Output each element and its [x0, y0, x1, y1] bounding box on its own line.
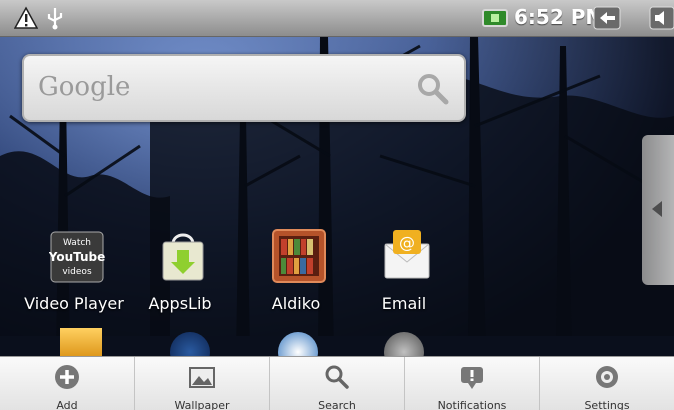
app-label: Aldiko	[271, 294, 321, 313]
google-search-widget[interactable]: Google	[22, 54, 466, 122]
app-partial[interactable]	[384, 328, 426, 356]
app-appslib[interactable]: AppsLib	[120, 228, 240, 320]
status-bar: 6:52 PM	[0, 0, 674, 37]
menu-item-search[interactable]: Search	[270, 357, 405, 410]
app-label: Video Player	[24, 294, 124, 313]
search-icon	[325, 365, 349, 389]
youtube-icon-line1: Watch	[63, 238, 91, 248]
app-partial[interactable]	[278, 328, 320, 356]
menu-item-add[interactable]: Add	[0, 357, 135, 410]
app-email[interactable]: @ Email	[344, 228, 464, 320]
youtube-icon-line3: videos	[62, 267, 92, 277]
battery-charging-icon	[482, 9, 508, 27]
app-partial[interactable]	[170, 328, 212, 356]
menu-item-label: Notifications	[437, 399, 507, 410]
options-menu: Add Wallpaper Search Notifications Setti…	[0, 356, 674, 410]
home-screen: 6:52 PM Google Watch YouTube videos Vide…	[0, 0, 674, 410]
notifications-icon	[461, 367, 483, 389]
menu-item-label: Add	[56, 399, 78, 410]
menu-item-notifications[interactable]: Notifications	[405, 357, 540, 410]
chevron-left-icon	[652, 201, 662, 217]
wallpaper-icon	[189, 367, 215, 388]
youtube-icon-line2: YouTube	[49, 250, 105, 264]
search-icon[interactable]	[414, 70, 450, 106]
menu-item-settings[interactable]: Settings	[540, 357, 674, 410]
youtube-icon: Watch YouTube videos	[49, 231, 105, 283]
app-partial[interactable]	[60, 328, 102, 356]
add-icon	[55, 365, 79, 389]
search-input[interactable]: Google	[38, 72, 130, 102]
menu-item-wallpaper[interactable]: Wallpaper	[135, 357, 270, 410]
status-clock: 6:52 PM	[514, 5, 606, 29]
warning-icon	[14, 6, 38, 29]
email-icon: @	[384, 230, 430, 279]
app-drawer-handle[interactable]	[642, 135, 674, 285]
bookshelf-icon	[272, 229, 326, 283]
app-label: Email	[381, 294, 427, 313]
menu-item-label: Wallpaper	[174, 399, 230, 410]
app-aldiko[interactable]: Aldiko	[236, 228, 356, 320]
back-icon[interactable]	[593, 6, 621, 30]
appslib-bag-icon	[162, 233, 204, 281]
settings-icon	[596, 366, 618, 388]
volume-icon[interactable]	[649, 6, 674, 30]
svg-text:@: @	[399, 233, 415, 252]
usb-icon	[47, 8, 63, 30]
menu-item-label: Search	[318, 399, 356, 410]
app-label: AppsLib	[148, 294, 212, 313]
menu-item-label: Settings	[584, 399, 630, 410]
app-video-player[interactable]: Watch YouTube videos Video Player	[14, 228, 134, 320]
